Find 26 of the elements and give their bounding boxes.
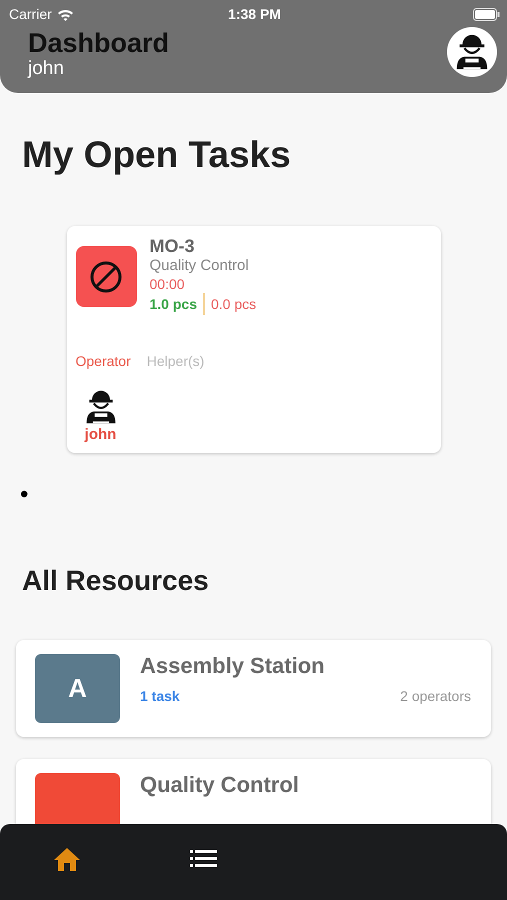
section-heading: My Open Tasks <box>21 133 292 177</box>
resource-name: Assembly Station <box>140 652 326 680</box>
wifi-icon <box>56 8 74 20</box>
person-name: john <box>84 427 116 443</box>
bullet-mark: • <box>20 481 28 508</box>
battery-icon <box>473 8 500 20</box>
operator-count: 2 operators <box>400 688 471 704</box>
blocked-icon <box>89 260 123 294</box>
task-timer: 00:00 <box>150 275 186 293</box>
section-heading: All Resources <box>21 564 210 598</box>
role-tab[interactable]: Helper(s) <box>146 353 204 369</box>
task-count-link[interactable]: 1 task <box>140 688 180 704</box>
profile-avatar[interactable] <box>447 27 497 77</box>
home-icon <box>53 846 81 872</box>
list-icon <box>190 850 216 868</box>
carrier-label: Carrier <box>9 6 52 22</box>
done-quantity: 1.0 pcs <box>150 295 197 314</box>
resource-name: Quality Control <box>140 771 300 799</box>
user-name: john <box>28 58 65 80</box>
page-title: Dashboard <box>28 28 170 58</box>
status-time: 1:38 PM <box>228 6 281 22</box>
task-resource: Quality Control <box>150 256 250 275</box>
role-tab[interactable]: Operator <box>76 353 131 369</box>
scrap-quantity: 0.0 pcs <box>210 295 256 314</box>
task-code: MO-3 <box>150 236 196 256</box>
resource-avatar: A <box>35 654 120 723</box>
